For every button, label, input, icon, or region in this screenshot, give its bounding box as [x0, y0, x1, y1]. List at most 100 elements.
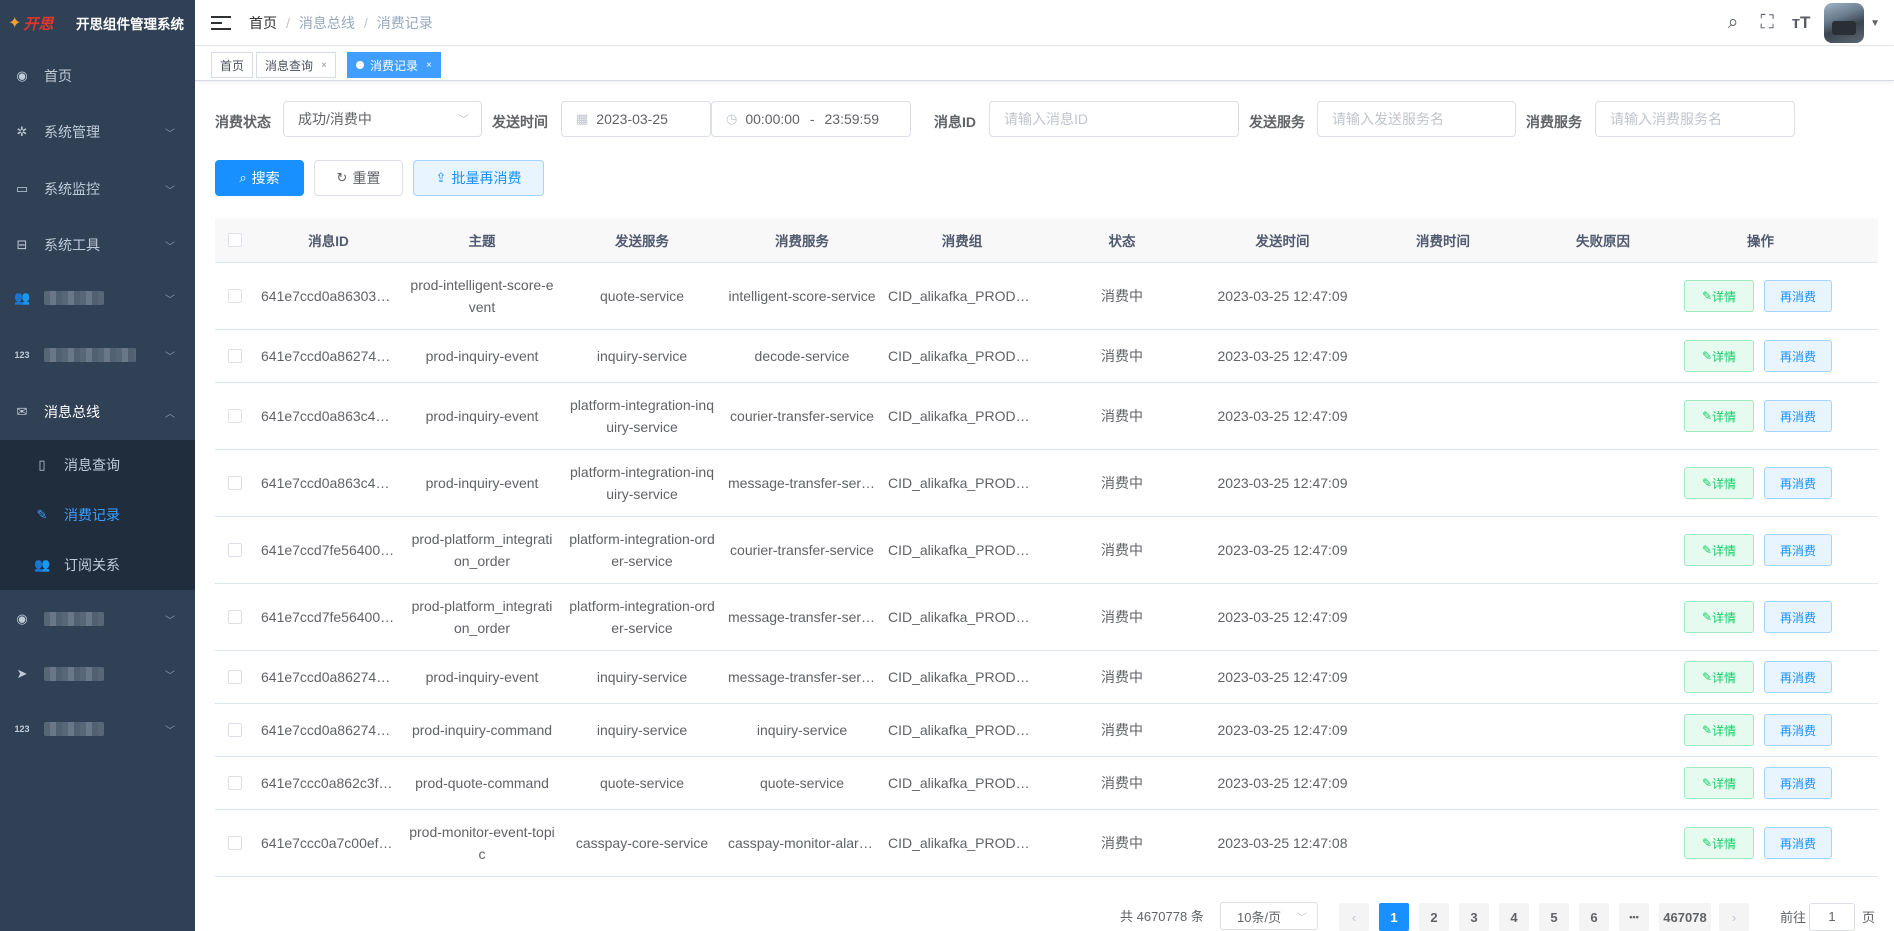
- sidebar-item-blurred-2[interactable]: 123 ﹀: [0, 327, 195, 383]
- avatar[interactable]: [1824, 3, 1865, 43]
- reconsume-button[interactable]: 再消费: [1764, 280, 1832, 312]
- sidebar-item-blurred-1[interactable]: 👥 ﹀: [0, 270, 195, 326]
- date-value: 2023-03-25: [596, 111, 668, 127]
- detail-button[interactable]: ✎ 详情: [1684, 400, 1754, 432]
- reconsume-button[interactable]: 再消费: [1764, 601, 1832, 633]
- hamburger-icon[interactable]: [211, 13, 231, 33]
- sidebar-item-blurred-4[interactable]: ➤ ﹀: [0, 646, 195, 702]
- time-range-picker[interactable]: ◷ 00:00:00 - 23:59:59: [711, 101, 911, 137]
- select-all-checkbox[interactable]: [228, 233, 242, 247]
- sidebar-item-blurred-5[interactable]: 123 ﹀: [0, 701, 195, 757]
- cell-send-time: 2023-03-25 12:47:09: [1217, 475, 1348, 491]
- row-checkbox[interactable]: [228, 776, 242, 790]
- header-topic: 主题: [468, 234, 496, 249]
- status-select[interactable]: 成功/消费中 ﹀: [283, 101, 482, 137]
- msgid-input[interactable]: 请输入消息ID: [989, 101, 1239, 137]
- time-range-separator: -: [809, 111, 815, 127]
- page-size-value: 10条/页: [1237, 909, 1282, 925]
- search-button[interactable]: ⌕ 搜索: [215, 160, 304, 196]
- page-button-1[interactable]: 1: [1379, 903, 1409, 931]
- tag-home[interactable]: 首页: [211, 52, 254, 78]
- reconsume-button[interactable]: 再消费: [1764, 714, 1832, 746]
- close-icon[interactable]: ×: [426, 60, 432, 71]
- row-checkbox-cell: [215, 670, 255, 684]
- row-checkbox[interactable]: [228, 670, 242, 684]
- sidebar-item-blurred-3[interactable]: ◉ ﹀: [0, 591, 195, 647]
- chevron-down-icon: ﹀: [165, 185, 175, 197]
- page-button-2[interactable]: 2: [1419, 903, 1449, 931]
- page-button-5[interactable]: 5: [1539, 903, 1569, 931]
- row-checkbox[interactable]: [228, 476, 242, 490]
- goto-label: 前往: [1780, 910, 1807, 925]
- sidebar-item-home[interactable]: ◉ 首页: [0, 48, 195, 104]
- sidebar-item-label: 系统监控: [44, 181, 100, 197]
- page-button-3[interactable]: 3: [1459, 903, 1489, 931]
- row-checkbox-cell: [215, 543, 255, 557]
- detail-button[interactable]: ✎ 详情: [1684, 467, 1754, 499]
- reconsume-button[interactable]: 再消费: [1764, 340, 1832, 372]
- row-checkbox[interactable]: [228, 723, 242, 737]
- sidebar-item-message-bus[interactable]: ✉ 消息总线 ︿: [0, 384, 195, 440]
- detail-button[interactable]: ✎ 详情: [1684, 534, 1754, 566]
- detail-button[interactable]: ✎ 详情: [1684, 714, 1754, 746]
- tags-view: 首页 消息查询 × 消费记录 ×: [195, 47, 1894, 81]
- page-size-select[interactable]: 10条/页 ﹀: [1220, 902, 1318, 930]
- header-fail-reason: 失败原因: [1576, 234, 1630, 249]
- sidebar-item-label: 消息查询: [64, 457, 120, 473]
- reconsume-button[interactable]: 再消费: [1764, 767, 1832, 799]
- next-page-button[interactable]: ›: [1719, 903, 1749, 931]
- sidebar-item-system-management[interactable]: ✲ 系统管理 ﹀: [0, 104, 195, 160]
- cell-send-service: casspay-core-service: [575, 835, 709, 851]
- row-checkbox[interactable]: [228, 349, 242, 363]
- breadcrumb-home[interactable]: 首页: [249, 13, 277, 33]
- detail-button[interactable]: ✎ 详情: [1684, 661, 1754, 693]
- prev-page-button[interactable]: ‹: [1339, 903, 1369, 931]
- reconsume-button[interactable]: 再消费: [1764, 661, 1832, 693]
- logo[interactable]: ✦ 开思 开思组件管理系统: [0, 0, 195, 46]
- detail-button[interactable]: ✎ 详情: [1684, 280, 1754, 312]
- reconsume-button[interactable]: 再消费: [1764, 467, 1832, 499]
- sidebar-item-system-monitor[interactable]: ▭ 系统监控 ﹀: [0, 161, 195, 217]
- tag-label: 消费记录: [370, 58, 419, 73]
- page-button-6[interactable]: 6: [1579, 903, 1609, 931]
- row-checkbox[interactable]: [228, 610, 242, 624]
- detail-button[interactable]: ✎ 详情: [1684, 767, 1754, 799]
- edit-icon: ✎: [1701, 670, 1713, 684]
- cell-consumer-group: CID_alikafka_PROD_GROUP: [888, 348, 1042, 364]
- row-checkbox[interactable]: [228, 836, 242, 850]
- page-button-4[interactable]: 4: [1499, 903, 1529, 931]
- cell-actions: ✎ 详情 再消费: [1683, 534, 1838, 566]
- reset-button[interactable]: ↻ 重置: [314, 160, 403, 196]
- font-size-icon[interactable]: тT: [1784, 13, 1818, 33]
- goto-page-input[interactable]: 1: [1809, 903, 1855, 931]
- search-icon[interactable]: ⌕: [1716, 12, 1750, 34]
- reconsume-button[interactable]: 再消费: [1764, 534, 1832, 566]
- reconsume-button[interactable]: 再消费: [1764, 400, 1832, 432]
- detail-button[interactable]: ✎ 详情: [1684, 340, 1754, 372]
- cell-msgid: 641e7ccd0a863c460003: [261, 408, 402, 424]
- consume-service-input[interactable]: 请输入消费服务名: [1595, 101, 1795, 137]
- row-checkbox[interactable]: [228, 409, 242, 423]
- detail-button[interactable]: ✎ 详情: [1684, 827, 1754, 859]
- cell-send-service: platform-integration-inquiry-service: [570, 397, 714, 435]
- chevron-down-icon: ﹀: [165, 615, 175, 627]
- sidebar-item-system-tools[interactable]: ⊟ 系统工具 ﹀: [0, 217, 195, 273]
- more-pages-button[interactable]: •••: [1619, 903, 1649, 931]
- cell-send-time: 2023-03-25 12:47:09: [1217, 288, 1348, 304]
- sidebar-item-subscriptions[interactable]: 👥 订阅关系: [0, 540, 195, 590]
- send-service-input[interactable]: 请输入发送服务名: [1317, 101, 1516, 137]
- reconsume-button[interactable]: 再消费: [1764, 827, 1832, 859]
- caret-down-icon[interactable]: ▼: [1870, 18, 1880, 29]
- row-checkbox[interactable]: [228, 543, 242, 557]
- date-picker[interactable]: ▦ 2023-03-25: [561, 101, 711, 137]
- close-icon[interactable]: ×: [321, 60, 327, 71]
- last-page-button[interactable]: 467078: [1659, 903, 1711, 931]
- tag-consume-records[interactable]: 消费记录 ×: [347, 52, 441, 78]
- sidebar-item-consume-records[interactable]: ✎ 消费记录: [0, 490, 195, 540]
- fullscreen-icon[interactable]: ⛶: [1750, 12, 1784, 34]
- sidebar-item-message-query[interactable]: ▯ 消息查询: [0, 440, 195, 490]
- batch-reconsume-button[interactable]: ⇪ 批量再消费: [413, 160, 544, 196]
- detail-button[interactable]: ✎ 详情: [1684, 601, 1754, 633]
- row-checkbox[interactable]: [228, 289, 242, 303]
- tag-message-query[interactable]: 消息查询 ×: [256, 52, 336, 78]
